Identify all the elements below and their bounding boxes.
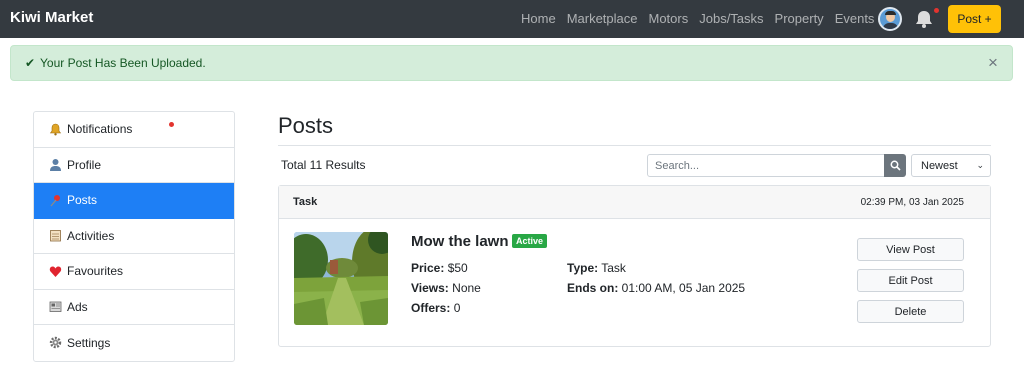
search-button[interactable] [884,154,906,177]
sidebar-item-label: Profile [67,157,102,172]
views-field: Views: None [411,281,481,295]
nav-link-marketplace[interactable]: Marketplace [567,11,638,26]
nav-link-jobs-tasks[interactable]: Jobs/Tasks [699,11,763,26]
alert-message: Your Post Has Been Uploaded. [40,56,206,70]
check-icon: ✔ [25,56,36,70]
type-label: Type: [567,261,599,275]
sidebar-item-profile[interactable]: Profile [34,148,234,183]
type-field: Type: Task [567,261,626,275]
nav-link-motors[interactable]: Motors [649,11,689,26]
views-value: None [452,281,481,295]
top-navbar: Kiwi Market Home Marketplace Motors Jobs… [0,0,1024,38]
post-date: 02:39 PM, 03 Jan 2025 [860,197,964,208]
user-avatar[interactable] [878,7,902,31]
nav-link-home[interactable]: Home [521,11,556,26]
nav-link-events[interactable]: Events [835,11,875,26]
sidebar-item-ads[interactable]: Ads [34,290,234,325]
close-icon[interactable]: × [988,53,998,73]
sidebar-item-label: Settings [67,335,111,350]
edit-post-button[interactable]: Edit Post [857,269,964,292]
sidebar-item-posts[interactable]: Posts [34,183,234,219]
sort-select[interactable]: Newest ⌄ [911,154,991,177]
bell-icon [48,122,62,136]
chevron-down-icon: ⌄ [976,160,984,170]
page-title: Posts [278,113,334,138]
post-card: Task 02:39 PM, 03 Jan 2025 Mow the lawn … [278,185,991,347]
post-title[interactable]: Mow the lawn [411,233,509,250]
search-icon [890,160,901,171]
sidebar-item-label: Favourites [67,264,124,279]
sidebar-item-label: Posts [67,193,98,208]
post-button[interactable]: Post + [948,5,1001,33]
sidebar-item-label: Ads [67,299,88,314]
notification-dot [934,8,939,13]
search-input[interactable] [647,154,885,177]
post-card-header: Task 02:39 PM, 03 Jan 2025 [279,186,990,219]
price-value: $50 [447,261,468,275]
sort-selected-value: Newest [921,159,958,172]
sidebar-item-notifications[interactable]: Notifications [34,112,234,148]
notification-dot [169,122,174,127]
success-alert: ✔ Your Post Has Been Uploaded. × [10,45,1013,81]
price-field: Price: $50 [411,261,468,275]
gear-icon [48,336,62,350]
sidebar-item-settings[interactable]: Settings [34,325,234,361]
view-post-button[interactable]: View Post [857,238,964,261]
ends-value: 01:00 AM, 05 Jan 2025 [621,281,746,295]
views-label: Views: [411,281,449,295]
post-category: Task [293,196,318,208]
heart-icon [48,264,62,278]
sidebar-item-label: Activities [67,228,115,243]
results-count: Total 11 Results [281,158,366,172]
sidebar: Notifications Profile Posts Activities F… [33,111,235,362]
delete-button[interactable]: Delete [857,300,964,323]
person-icon [48,158,62,172]
ends-label: Ends on: [567,281,619,295]
offers-field: Offers: 0 [411,301,460,315]
type-value: Task [601,261,626,275]
newspaper-icon [48,300,62,314]
sidebar-item-favourites[interactable]: Favourites [34,254,234,290]
notepad-icon [48,229,62,243]
nav-links: Home Marketplace Motors Jobs/Tasks Prope… [521,11,885,26]
offers-label: Offers: [411,301,451,315]
pin-icon [48,193,62,207]
brand-logo[interactable]: Kiwi Market [10,9,93,26]
post-thumbnail[interactable] [294,232,388,325]
sidebar-item-label: Notifications [67,122,133,137]
notification-bell-icon[interactable] [913,8,935,30]
status-badge: Active [512,234,548,248]
sidebar-item-activities[interactable]: Activities [34,219,234,254]
ends-field: Ends on: 01:00 AM, 05 Jan 2025 [567,281,745,295]
title-divider [278,145,991,146]
offers-value: 0 [453,301,461,315]
nav-link-property[interactable]: Property [775,11,824,26]
price-label: Price: [411,261,445,275]
